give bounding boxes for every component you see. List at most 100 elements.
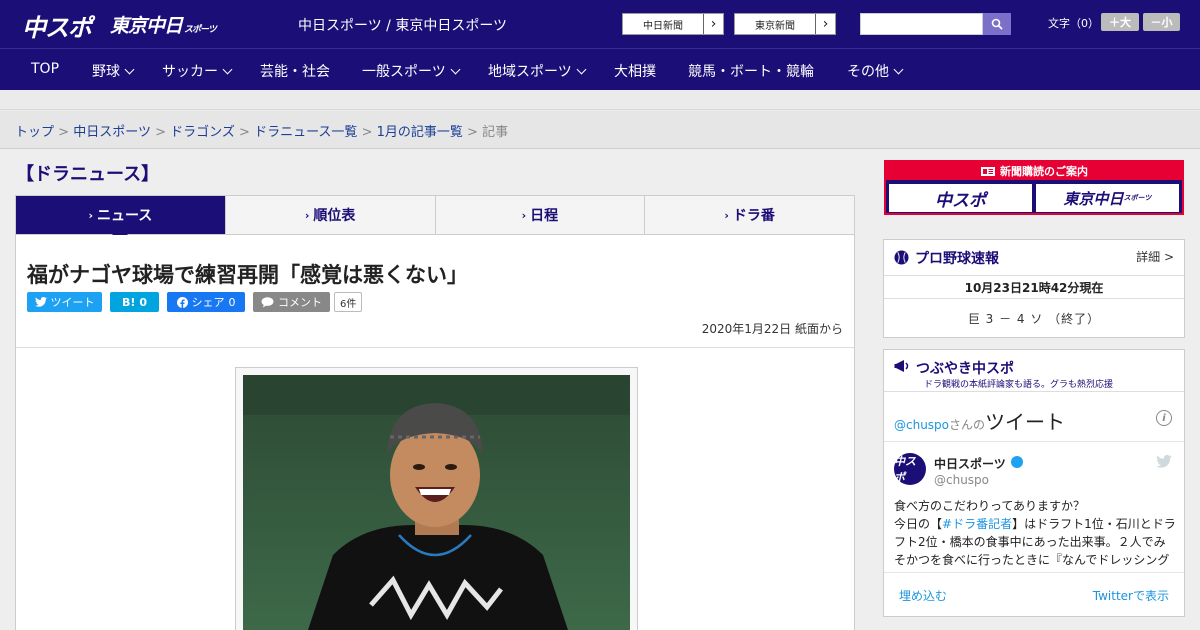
breadcrumb-separator: > (361, 125, 373, 140)
comment-label: コメント (278, 296, 322, 309)
site-names: 中日スポーツ / 東京中日スポーツ (298, 18, 508, 34)
twitter-bird-icon[interactable] (1156, 455, 1172, 468)
paper-link-label: 東京新聞 (755, 20, 795, 32)
main-nav: TOP 野球 サッカー 芸能・社会 一般スポーツ 地域スポーツ 大相撲 競馬・ボ… (0, 48, 1200, 90)
tweet-line-1: 食べ方のこだわりってありますか？ (894, 499, 1086, 513)
chevron-right-icon: › (703, 14, 723, 34)
breadcrumb-separator: > (155, 125, 166, 140)
breadcrumb-link-chunichi-sports[interactable]: 中日スポーツ (73, 125, 151, 140)
breadcrumb-link-january[interactable]: 1月の記事一覧 (377, 125, 463, 140)
chevron-right-icon: › (724, 208, 729, 222)
font-smaller-button[interactable]: －小 (1143, 13, 1180, 31)
article-photo[interactable] (243, 375, 630, 630)
nav-label: その他 (847, 64, 889, 80)
breadcrumb-link-dragons[interactable]: ドラゴンズ (170, 125, 235, 140)
tweet-screen-name[interactable]: @chuspo (934, 473, 989, 487)
article-date: 2020年1月22日 紙面から (701, 322, 843, 336)
subscription-title: 新聞購読のご案内 (1000, 165, 1088, 178)
nav-item-other[interactable]: その他 (847, 61, 904, 81)
nav-label: サッカー (162, 64, 218, 80)
chunichi-shimbun-link[interactable]: 中日新聞 › (622, 13, 724, 35)
tab-dora-ban[interactable]: › ドラ番 (645, 196, 854, 234)
breadcrumb: トップ > 中日スポーツ > ドラゴンズ > ドラニュース一覧 > 1月の記事一… (15, 121, 508, 140)
font-size-label: 文字（0） (1048, 17, 1099, 30)
subscription-header: 新聞購読のご案内 (886, 162, 1182, 180)
hatena-bookmark-button[interactable]: B! 0 (110, 292, 159, 312)
tab-standings[interactable]: › 順位表 (226, 196, 436, 234)
breadcrumb-link-dora-news[interactable]: ドラニュース一覧 (254, 125, 357, 140)
nav-label: 競馬・ボート・競輪 (688, 64, 814, 80)
handle-suffix: さんの (949, 418, 986, 432)
nav-item-local-sports[interactable]: 地域スポーツ (488, 61, 587, 81)
avatar[interactable]: 中スポ (894, 453, 926, 485)
twitter-widget-title: @chuspoさんのツイート (894, 406, 1065, 435)
verified-badge-icon (1011, 456, 1023, 468)
info-icon[interactable]: i (1156, 410, 1172, 426)
search-input[interactable] (860, 13, 983, 35)
nav-label: TOP (31, 61, 60, 77)
nav-label: 地域スポーツ (488, 64, 572, 80)
embed-link[interactable]: 埋め込む (899, 587, 947, 604)
chevron-right-icon: › (304, 208, 310, 222)
breadcrumb-current: 記事 (482, 125, 509, 140)
chuspo-logo[interactable]: 中スポ (22, 8, 92, 43)
search-button[interactable] (983, 13, 1011, 35)
tsubuyaki-subtitle: ドラ観戦の本紙評論家も語る。グラも熱烈応援 (924, 380, 1114, 390)
tweet-word: ツイート (985, 410, 1066, 434)
divider (16, 347, 854, 348)
article: 福がナゴヤ球場で練習再開「感覚は悪くない」 ツイート B! 0 シェア 0 コメ… (15, 235, 855, 630)
facebook-icon (176, 296, 188, 308)
twitter-handle-link[interactable]: @chuspo (894, 418, 949, 432)
subscription-banner[interactable]: 新聞購読のご案内 中スポ 東京中日 スポーツ (884, 160, 1184, 215)
nav-label: 芸能・社会 (260, 64, 330, 80)
tweet-line-2: 今日の【#ドラ番記者】はドラフト1位・石川とドラフト2位・橋本の食事中にあった出… (894, 515, 1176, 569)
tsubuyaki-title: つぶやき中スポ (916, 361, 1014, 377)
chevron-down-icon (222, 64, 233, 74)
twitter-bird-icon (34, 297, 47, 307)
baseball-score[interactable]: 巨 3 － 4 ソ （終了） (884, 299, 1184, 337)
promo-tokyo-sub: スポーツ (1123, 194, 1152, 202)
nav-item-entertainment[interactable]: 芸能・社会 (260, 61, 330, 81)
font-larger-button[interactable]: ＋大 (1101, 13, 1139, 31)
chevron-right-icon: › (521, 208, 527, 222)
promo-tokyo-chunichi[interactable]: 東京中日 スポーツ (1036, 184, 1179, 212)
breadcrumb-separator: > (467, 125, 478, 140)
share-count: 0 (228, 295, 236, 309)
breadcrumb-link-top[interactable]: トップ (15, 125, 54, 140)
paper-link-label: 中日新聞 (643, 20, 683, 32)
tweet-button[interactable]: ツイート (27, 292, 102, 312)
tweet-account-name[interactable]: 中日スポーツ (934, 455, 1006, 472)
baseball-detail-link[interactable]: 詳細 > (1136, 248, 1174, 265)
breadcrumb-bar: トップ > 中日スポーツ > ドラゴンズ > ドラニュース一覧 > 1月の記事一… (0, 111, 1200, 149)
tweet-text: 食べ方のこだわりってありますか？ 今日の【#ドラ番記者】はドラフト1位・石川とド… (894, 497, 1176, 569)
tab-label: ニュース (96, 208, 153, 224)
tokyo-shimbun-link[interactable]: 東京新聞 › (734, 13, 836, 35)
nav-item-top[interactable]: TOP (31, 61, 59, 77)
promo-chuspo[interactable]: 中スポ (889, 184, 1032, 212)
hashtag-link[interactable]: #ドラ番記者 (942, 517, 1012, 531)
tab-schedule[interactable]: › 日程 (436, 196, 646, 234)
view-on-twitter-link[interactable]: Twitterで表示 (1093, 587, 1169, 604)
section-title: 【ドラニュース】 (16, 164, 160, 185)
tweet-label: ツイート (50, 296, 95, 309)
article-headline: 福がナゴヤ球場で練習再開「感覚は悪くない」 (27, 263, 468, 287)
tab-label: ドラ番 (732, 208, 775, 224)
tab-news[interactable]: › ニュース (16, 196, 226, 242)
nav-item-general-sports[interactable]: 一般スポーツ (362, 61, 461, 81)
tsubuyaki-header: つぶやき中スポ ドラ観戦の本紙評論家も語る。グラも熱烈応援 (884, 350, 1184, 392)
facebook-share-button[interactable]: シェア 0 (167, 292, 245, 312)
tsubuyaki-card: つぶやき中スポ ドラ観戦の本紙評論家も語る。グラも熱烈応援 @chuspoさんの… (883, 349, 1185, 617)
twitter-widget-header: @chuspoさんのツイート i (884, 392, 1184, 442)
nav-item-baseball[interactable]: 野球 (92, 61, 135, 81)
share-label: シェア (191, 296, 225, 309)
nav-item-sumo[interactable]: 大相撲 (614, 61, 656, 81)
player-photo (243, 375, 630, 630)
tokyo-chunichi-logo[interactable]: 東京中日 スポーツ (110, 11, 217, 38)
newspaper-icon (981, 166, 995, 176)
nav-item-racing[interactable]: 競馬・ボート・競輪 (688, 61, 814, 81)
baseball-title: プロ野球速報 (915, 250, 999, 267)
nav-label: 一般スポーツ (362, 64, 446, 80)
comment-button[interactable]: コメント (253, 292, 330, 312)
chevron-right-icon: › (88, 208, 93, 222)
nav-item-soccer[interactable]: サッカー (162, 61, 233, 81)
